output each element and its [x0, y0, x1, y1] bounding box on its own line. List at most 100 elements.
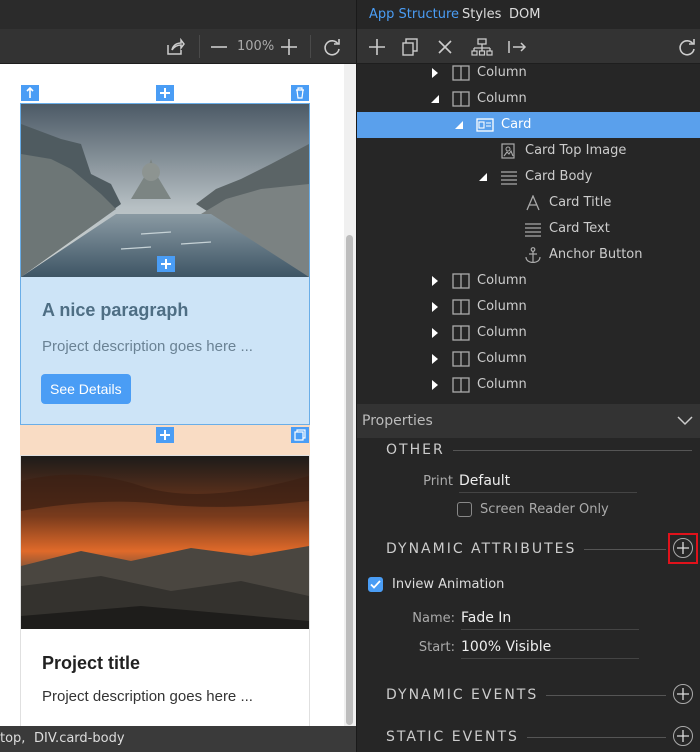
tree-item[interactable]: Card Body: [357, 164, 700, 190]
delete-icon[interactable]: [433, 29, 457, 64]
copy-icon[interactable]: [398, 29, 422, 64]
card-text[interactable]: Project description goes here ...: [42, 688, 253, 705]
card[interactable]: Project title Project description goes h…: [20, 455, 310, 735]
tree-item[interactable]: Card Top Image: [357, 138, 700, 164]
duplicate-icon[interactable]: [291, 427, 309, 443]
tree-item[interactable]: Anchor Button: [357, 242, 700, 268]
add-element-icon[interactable]: [157, 256, 175, 272]
card-selected[interactable]: A nice paragraph Project description goe…: [20, 103, 310, 425]
tree-item[interactable]: Column: [357, 86, 700, 112]
card-title[interactable]: A nice paragraph: [42, 300, 188, 321]
card-title[interactable]: Project title: [42, 653, 140, 674]
tree-item-label: Column: [477, 377, 527, 392]
tree-item[interactable]: Column: [357, 64, 700, 86]
canvas-scrollbar-thumb[interactable]: [346, 235, 353, 725]
tree-item-label: Anchor Button: [549, 247, 643, 262]
lines-icon: [524, 221, 542, 237]
image-icon: [500, 143, 518, 159]
section-static-events: STATIC EVENTS: [357, 726, 700, 748]
tree-item-label: Column: [477, 351, 527, 366]
expand-arrow-icon[interactable]: [429, 64, 441, 86]
tree-item[interactable]: Card Text: [357, 216, 700, 242]
section-title: DYNAMIC ATTRIBUTES: [386, 538, 585, 560]
inview-animation-checkbox[interactable]: [368, 577, 383, 592]
tree-item[interactable]: Column: [357, 320, 700, 346]
tree-item-label: Column: [477, 273, 527, 288]
tree-item[interactable]: Card Title: [357, 190, 700, 216]
tab-styles[interactable]: Styles: [462, 0, 501, 29]
tab-app-structure[interactable]: App Structure: [369, 0, 459, 29]
tree-item[interactable]: Column: [357, 346, 700, 372]
see-details-button[interactable]: See Details: [41, 374, 131, 404]
expand-arrow-icon[interactable]: [429, 372, 441, 398]
expand-arrow-icon[interactable]: [429, 346, 441, 372]
expand-arrow-icon[interactable]: [429, 268, 441, 294]
properties-title: Properties: [362, 413, 433, 429]
column-icon: [452, 299, 470, 315]
add-element-icon[interactable]: [156, 85, 174, 101]
screen-reader-checkbox[interactable]: [457, 502, 472, 517]
toolbar-divider: [310, 35, 311, 58]
design-panel: 100% A nice paragraph Project descriptio…: [0, 0, 356, 752]
structure-icon[interactable]: [469, 29, 495, 64]
expand-arrow-icon[interactable]: [429, 320, 441, 346]
section-dynamic-attributes: DYNAMIC ATTRIBUTES: [357, 538, 700, 560]
add-element-icon[interactable]: [156, 427, 174, 443]
breadcrumb-item[interactable]: DIV.card-body: [34, 726, 125, 752]
add-dynamic-event-icon[interactable]: [673, 684, 693, 704]
section-title: DYNAMIC EVENTS: [386, 684, 547, 706]
section-title: STATIC EVENTS: [386, 726, 527, 748]
tree-item[interactable]: Column: [357, 268, 700, 294]
tree-item[interactable]: Card: [357, 112, 700, 138]
tree-item-label: Column: [477, 65, 527, 80]
print-select[interactable]: Default: [459, 471, 637, 493]
tree-item-label: Card Title: [549, 195, 612, 210]
animation-start-select[interactable]: 100% Visible: [461, 637, 639, 659]
tab-dom[interactable]: DOM: [509, 0, 540, 29]
add-static-event-icon[interactable]: [673, 726, 693, 746]
tree-item-label: Column: [477, 91, 527, 106]
print-label: Print: [423, 474, 453, 489]
add-dynamic-attribute-icon[interactable]: [673, 538, 693, 558]
tree-item-label: Column: [477, 299, 527, 314]
tree-item[interactable]: Column: [357, 294, 700, 320]
app-window: 100% A nice paragraph Project descriptio…: [0, 0, 700, 752]
column-icon: [452, 65, 470, 81]
side-panel: App Structure Styles DOM Column Column C…: [357, 0, 700, 752]
refresh-icon[interactable]: [318, 29, 346, 64]
section-dynamic-events: DYNAMIC EVENTS: [357, 684, 700, 706]
indent-icon[interactable]: [505, 29, 529, 64]
zoom-in-icon[interactable]: [276, 29, 302, 64]
collapse-arrow-icon[interactable]: [453, 112, 465, 138]
zoom-out-icon[interactable]: [206, 29, 232, 64]
breadcrumb-item[interactable]: top,: [0, 726, 25, 752]
add-icon[interactable]: [365, 29, 389, 64]
screen-reader-label: Screen Reader Only: [480, 502, 609, 517]
tree-item-label: Card: [501, 117, 532, 132]
card-top-image-venice[interactable]: [21, 104, 309, 277]
expand-arrow-icon[interactable]: [429, 294, 441, 320]
card-text[interactable]: Project description goes here ...: [42, 338, 253, 355]
column-icon: [452, 325, 470, 341]
tree-item-label: Column: [477, 325, 527, 340]
section-title: OTHER: [386, 439, 453, 461]
refresh-icon[interactable]: [674, 29, 700, 64]
trash-icon[interactable]: [291, 85, 309, 101]
section-other: OTHER: [357, 439, 700, 461]
column-icon: [452, 377, 470, 393]
chevron-down-icon[interactable]: [677, 404, 693, 438]
tree-item-label: Card Top Image: [525, 143, 627, 158]
animation-name-select[interactable]: Fade In: [461, 608, 639, 630]
share-icon[interactable]: [160, 29, 190, 64]
tree-item[interactable]: Column: [357, 372, 700, 398]
collapse-arrow-icon[interactable]: [429, 86, 441, 112]
design-toolbar: 100%: [0, 29, 356, 64]
text-a-icon: [524, 194, 542, 211]
card-top-image-sunset[interactable]: [21, 456, 309, 629]
collapse-arrow-icon[interactable]: [477, 164, 489, 190]
move-up-icon[interactable]: [21, 85, 39, 101]
properties-header[interactable]: Properties: [357, 404, 700, 438]
